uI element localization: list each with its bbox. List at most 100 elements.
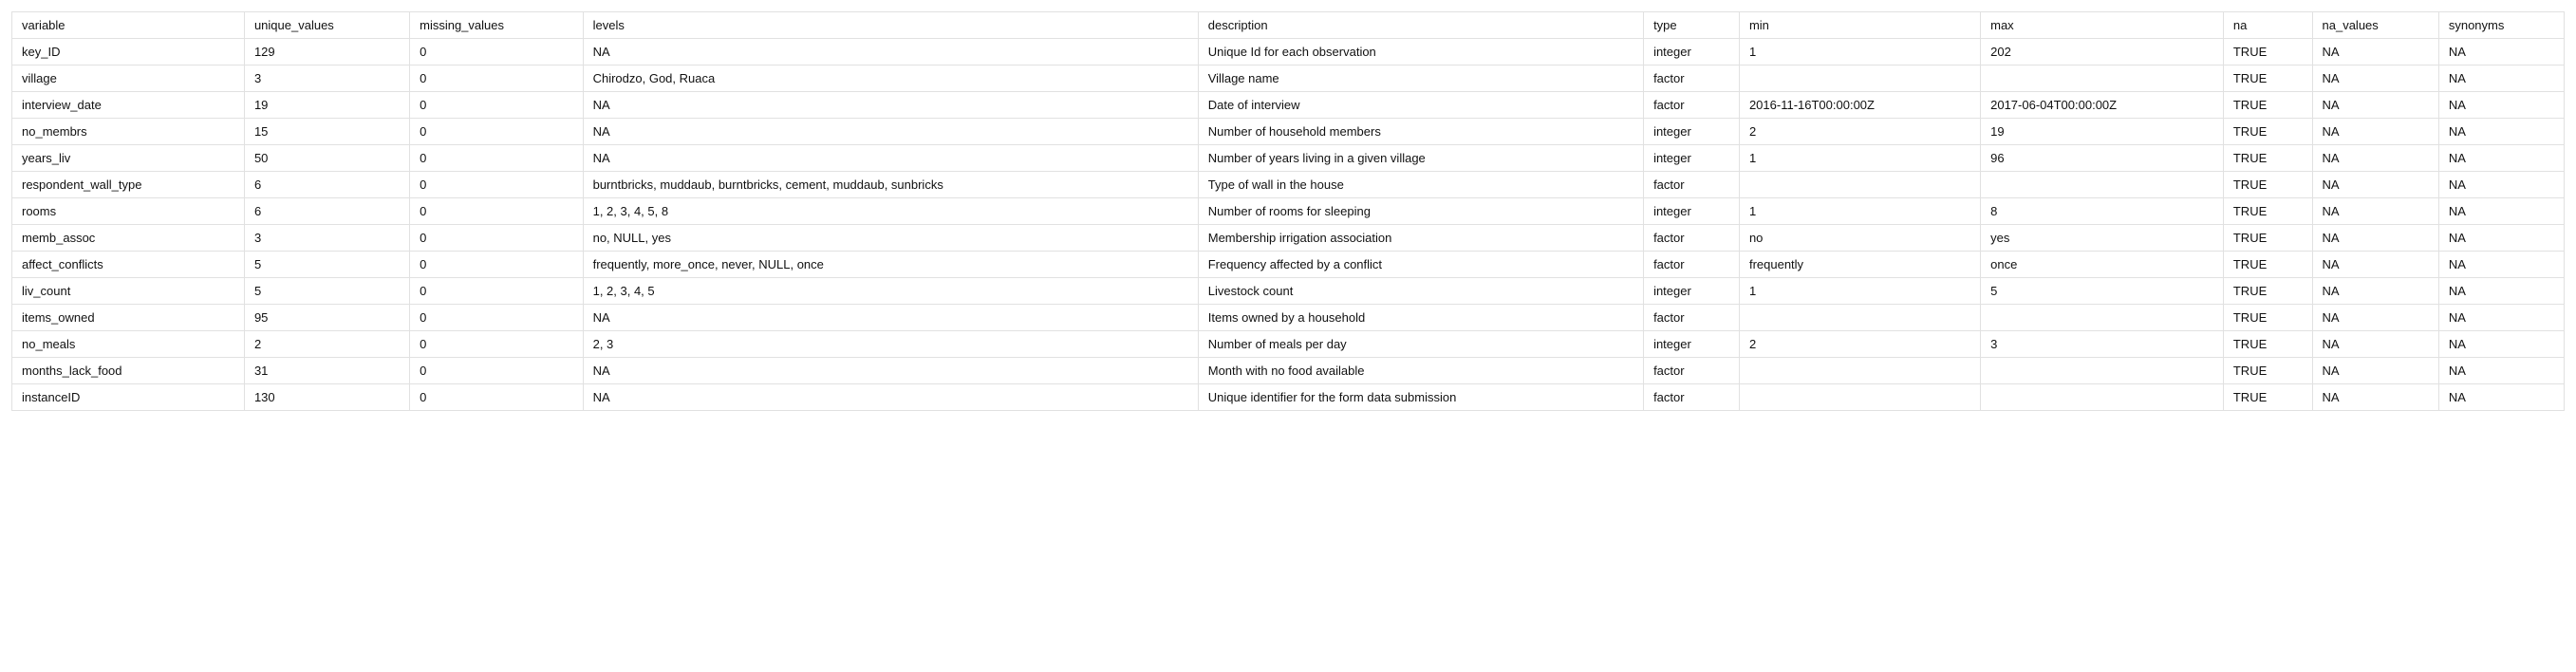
cell-type: factor [1644,358,1740,384]
cell-variable: respondent_wall_type [12,172,245,198]
cell-unique-values: 2 [244,331,409,358]
cell-synonyms: NA [2438,172,2564,198]
cell-missing-values: 0 [410,384,583,411]
col-synonyms: synonyms [2438,12,2564,39]
cell-missing-values: 0 [410,331,583,358]
cell-min: 2 [1739,331,1980,358]
cell-description: Number of household members [1198,119,1643,145]
cell-levels: NA [583,39,1198,65]
col-min: min [1739,12,1980,39]
table-row: village30Chirodzo, God, RuacaVillage nam… [12,65,2565,92]
cell-na: TRUE [2223,252,2312,278]
cell-variable: village [12,65,245,92]
cell-unique-values: 6 [244,198,409,225]
cell-missing-values: 0 [410,252,583,278]
cell-type: integer [1644,331,1740,358]
cell-levels: burntbricks, muddaub, burntbricks, cemen… [583,172,1198,198]
cell-min: no [1739,225,1980,252]
cell-type: factor [1644,92,1740,119]
cell-missing-values: 0 [410,39,583,65]
cell-max: 5 [1981,278,2224,305]
cell-variable: key_ID [12,39,245,65]
cell-max: 19 [1981,119,2224,145]
cell-max [1981,65,2224,92]
cell-na-values: NA [2312,278,2438,305]
cell-na-values: NA [2312,92,2438,119]
table-row: no_membrs150NANumber of household member… [12,119,2565,145]
cell-na: TRUE [2223,225,2312,252]
cell-variable: items_owned [12,305,245,331]
col-na-values: na_values [2312,12,2438,39]
cell-max [1981,358,2224,384]
cell-unique-values: 6 [244,172,409,198]
cell-missing-values: 0 [410,305,583,331]
cell-unique-values: 95 [244,305,409,331]
cell-missing-values: 0 [410,65,583,92]
cell-synonyms: NA [2438,145,2564,172]
cell-levels: no, NULL, yes [583,225,1198,252]
cell-max [1981,305,2224,331]
cell-na: TRUE [2223,92,2312,119]
cell-synonyms: NA [2438,305,2564,331]
cell-missing-values: 0 [410,119,583,145]
cell-na-values: NA [2312,198,2438,225]
cell-min: 1 [1739,278,1980,305]
cell-variable: memb_assoc [12,225,245,252]
cell-type: factor [1644,252,1740,278]
cell-synonyms: NA [2438,119,2564,145]
cell-max: 2017-06-04T00:00:00Z [1981,92,2224,119]
cell-unique-values: 31 [244,358,409,384]
cell-synonyms: NA [2438,225,2564,252]
col-type: type [1644,12,1740,39]
cell-min [1739,358,1980,384]
cell-type: integer [1644,39,1740,65]
cell-na: TRUE [2223,331,2312,358]
cell-na-values: NA [2312,172,2438,198]
cell-levels: NA [583,384,1198,411]
cell-synonyms: NA [2438,331,2564,358]
table-row: memb_assoc30no, NULL, yesMembership irri… [12,225,2565,252]
cell-na: TRUE [2223,305,2312,331]
data-dictionary-table: variable unique_values missing_values le… [11,11,2565,411]
cell-missing-values: 0 [410,92,583,119]
cell-missing-values: 0 [410,145,583,172]
cell-synonyms: NA [2438,65,2564,92]
cell-type: factor [1644,384,1740,411]
cell-description: Type of wall in the house [1198,172,1643,198]
cell-variable: years_liv [12,145,245,172]
col-description: description [1198,12,1643,39]
cell-description: Unique identifier for the form data subm… [1198,384,1643,411]
cell-max: 8 [1981,198,2224,225]
cell-na-values: NA [2312,358,2438,384]
table-row: respondent_wall_type60burntbricks, mudda… [12,172,2565,198]
cell-unique-values: 5 [244,252,409,278]
table-row: instanceID1300NAUnique identifier for th… [12,384,2565,411]
table-row: affect_conflicts50frequently, more_once,… [12,252,2565,278]
cell-unique-values: 130 [244,384,409,411]
cell-na-values: NA [2312,119,2438,145]
col-missing-values: missing_values [410,12,583,39]
cell-na: TRUE [2223,358,2312,384]
cell-synonyms: NA [2438,384,2564,411]
cell-min [1739,172,1980,198]
cell-min [1739,65,1980,92]
cell-synonyms: NA [2438,92,2564,119]
cell-description: Number of years living in a given villag… [1198,145,1643,172]
col-variable: variable [12,12,245,39]
cell-description: Membership irrigation association [1198,225,1643,252]
cell-synonyms: NA [2438,198,2564,225]
cell-max: 202 [1981,39,2224,65]
cell-description: Number of rooms for sleeping [1198,198,1643,225]
cell-variable: rooms [12,198,245,225]
table-row: months_lack_food310NAMonth with no food … [12,358,2565,384]
table-row: key_ID1290NAUnique Id for each observati… [12,39,2565,65]
cell-levels: NA [583,92,1198,119]
cell-missing-values: 0 [410,225,583,252]
cell-variable: no_membrs [12,119,245,145]
cell-type: factor [1644,305,1740,331]
cell-variable: affect_conflicts [12,252,245,278]
cell-unique-values: 3 [244,225,409,252]
cell-na: TRUE [2223,119,2312,145]
cell-unique-values: 129 [244,39,409,65]
col-max: max [1981,12,2224,39]
